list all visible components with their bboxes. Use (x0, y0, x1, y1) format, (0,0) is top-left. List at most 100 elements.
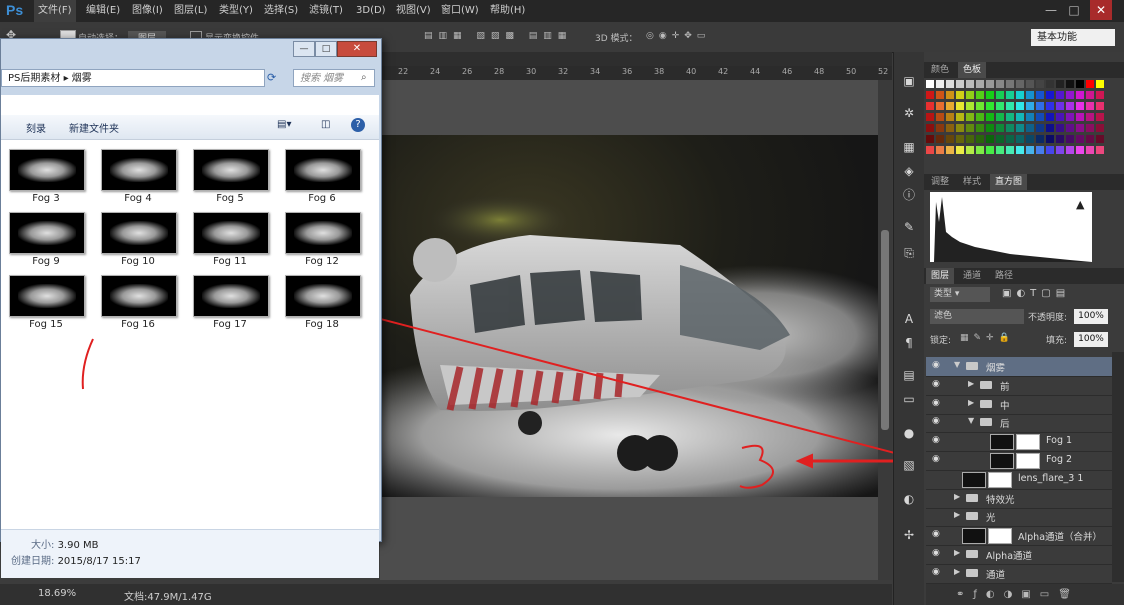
swatch[interactable] (1086, 91, 1094, 99)
swatch[interactable] (1066, 113, 1074, 121)
swatch[interactable] (1056, 80, 1064, 88)
swatch[interactable] (976, 124, 984, 132)
layer-row[interactable]: ◉ ▶ 中 (926, 395, 1112, 415)
swatch[interactable] (1086, 80, 1094, 88)
fill-input[interactable]: 100% (1074, 332, 1108, 347)
layer-row[interactable]: ▶ 光 (926, 507, 1112, 528)
3d-icon[interactable]: ◈ (900, 162, 918, 180)
swatch[interactable] (946, 124, 954, 132)
info-icon[interactable]: ⓘ (900, 186, 918, 204)
swatch[interactable] (1056, 124, 1064, 132)
clone-source-icon[interactable]: ⎘ (900, 244, 918, 262)
swatch[interactable] (1026, 146, 1034, 154)
opacity-input[interactable]: 100% (1074, 309, 1108, 324)
swatch[interactable] (966, 124, 974, 132)
swatch[interactable] (1076, 102, 1084, 110)
swatch[interactable] (966, 113, 974, 121)
visibility-eye-icon[interactable]: ◉ (932, 454, 944, 464)
swatch[interactable] (1006, 113, 1014, 121)
swatch[interactable] (936, 146, 944, 154)
swatch[interactable] (1006, 124, 1014, 132)
visibility-eye-icon[interactable]: ◉ (932, 360, 944, 370)
swatch[interactable] (956, 80, 964, 88)
layers-scrollbar[interactable] (1112, 352, 1124, 582)
swatch[interactable] (1026, 91, 1034, 99)
swatch[interactable] (936, 91, 944, 99)
swatch[interactable] (1096, 113, 1104, 121)
tab-paths[interactable]: 路径 (990, 268, 1018, 284)
swatch[interactable] (1086, 124, 1094, 132)
swatch[interactable] (1046, 124, 1054, 132)
help-icon[interactable]: ? (351, 118, 365, 132)
file-thumbnail[interactable] (9, 149, 85, 191)
file-thumbnail[interactable] (193, 149, 269, 191)
swatch[interactable] (1096, 102, 1104, 110)
filter-icons[interactable]: ▣◐T▢▤ (1002, 288, 1070, 299)
layer-comps-icon[interactable]: ▧ (900, 456, 918, 474)
swatch[interactable] (926, 124, 934, 132)
swatch[interactable] (1066, 135, 1074, 143)
layer-thumbnail[interactable] (990, 453, 1014, 469)
timeline-icon[interactable]: ▭ (900, 390, 918, 408)
swatch[interactable] (1016, 80, 1024, 88)
swatch[interactable] (1046, 135, 1054, 143)
swatch[interactable] (926, 80, 934, 88)
swatch[interactable] (996, 113, 1004, 121)
swatch[interactable] (976, 135, 984, 143)
file-label[interactable]: Fog 11 (193, 256, 267, 267)
swatch[interactable] (976, 146, 984, 154)
swatch[interactable] (1086, 113, 1094, 121)
layer-name[interactable]: Fog 2 (1046, 454, 1072, 465)
brush-icon[interactable]: ✎ (900, 218, 918, 236)
file-label[interactable]: Fog 17 (193, 319, 267, 330)
swatch[interactable] (1026, 135, 1034, 143)
swatch[interactable] (986, 80, 994, 88)
swatch[interactable] (1026, 113, 1034, 121)
adobe-exchange-icon[interactable]: ◐ (900, 490, 918, 508)
address-bar[interactable]: PS后期素材 ▸ 烟雾 (1, 69, 265, 87)
swatch[interactable] (1086, 146, 1094, 154)
swatch[interactable] (1036, 135, 1044, 143)
file-thumbnail[interactable] (101, 149, 177, 191)
file-label[interactable]: Fog 18 (285, 319, 359, 330)
layer-row[interactable]: ◉ Alpha通道（合并） (926, 526, 1112, 547)
swatch[interactable] (1066, 124, 1074, 132)
swatch[interactable] (1046, 91, 1054, 99)
expand-triangle-icon[interactable]: ▶ (954, 510, 960, 519)
swatch[interactable] (1046, 80, 1054, 88)
layer-mask-thumbnail[interactable] (988, 471, 1012, 488)
burn-button[interactable]: 刻录 (26, 120, 46, 135)
character-icon[interactable]: A (900, 310, 918, 328)
swatch[interactable] (996, 80, 1004, 88)
swatch[interactable] (926, 113, 934, 121)
layer-name[interactable]: 特效光 (986, 492, 1015, 506)
layer-row[interactable]: ◉ ▼ 烟雾 (926, 357, 1112, 377)
file-label[interactable]: Fog 3 (9, 193, 83, 204)
swatch[interactable] (936, 113, 944, 121)
swatch[interactable] (986, 124, 994, 132)
swatch[interactable] (1066, 146, 1074, 154)
layer-row[interactable]: lens_flare_3 1 (926, 470, 1112, 490)
swatch[interactable] (996, 146, 1004, 154)
swatch[interactable] (926, 91, 934, 99)
swatch[interactable] (1016, 124, 1024, 132)
swatch[interactable] (986, 113, 994, 121)
visibility-eye-icon[interactable]: ◉ (932, 548, 944, 558)
swatch[interactable] (936, 124, 944, 132)
visibility-eye-icon[interactable]: ◉ (932, 379, 944, 389)
layer-thumbnail[interactable] (962, 528, 986, 545)
swatch[interactable] (926, 146, 934, 154)
swatch[interactable] (1076, 113, 1084, 121)
swatch[interactable] (1016, 102, 1024, 110)
layer-name[interactable]: 通道 (986, 567, 1005, 581)
tab-adjustments[interactable]: 调整 (926, 174, 954, 190)
swatch[interactable] (996, 124, 1004, 132)
expand-triangle-icon[interactable]: ▼ (954, 360, 960, 369)
swatch[interactable] (986, 146, 994, 154)
swatch[interactable] (1036, 102, 1044, 110)
layer-name[interactable]: 光 (986, 510, 996, 524)
tab-layers[interactable]: 图层 (926, 268, 955, 284)
swatch[interactable] (1096, 91, 1104, 99)
swatch[interactable] (1076, 135, 1084, 143)
swatch[interactable] (976, 91, 984, 99)
